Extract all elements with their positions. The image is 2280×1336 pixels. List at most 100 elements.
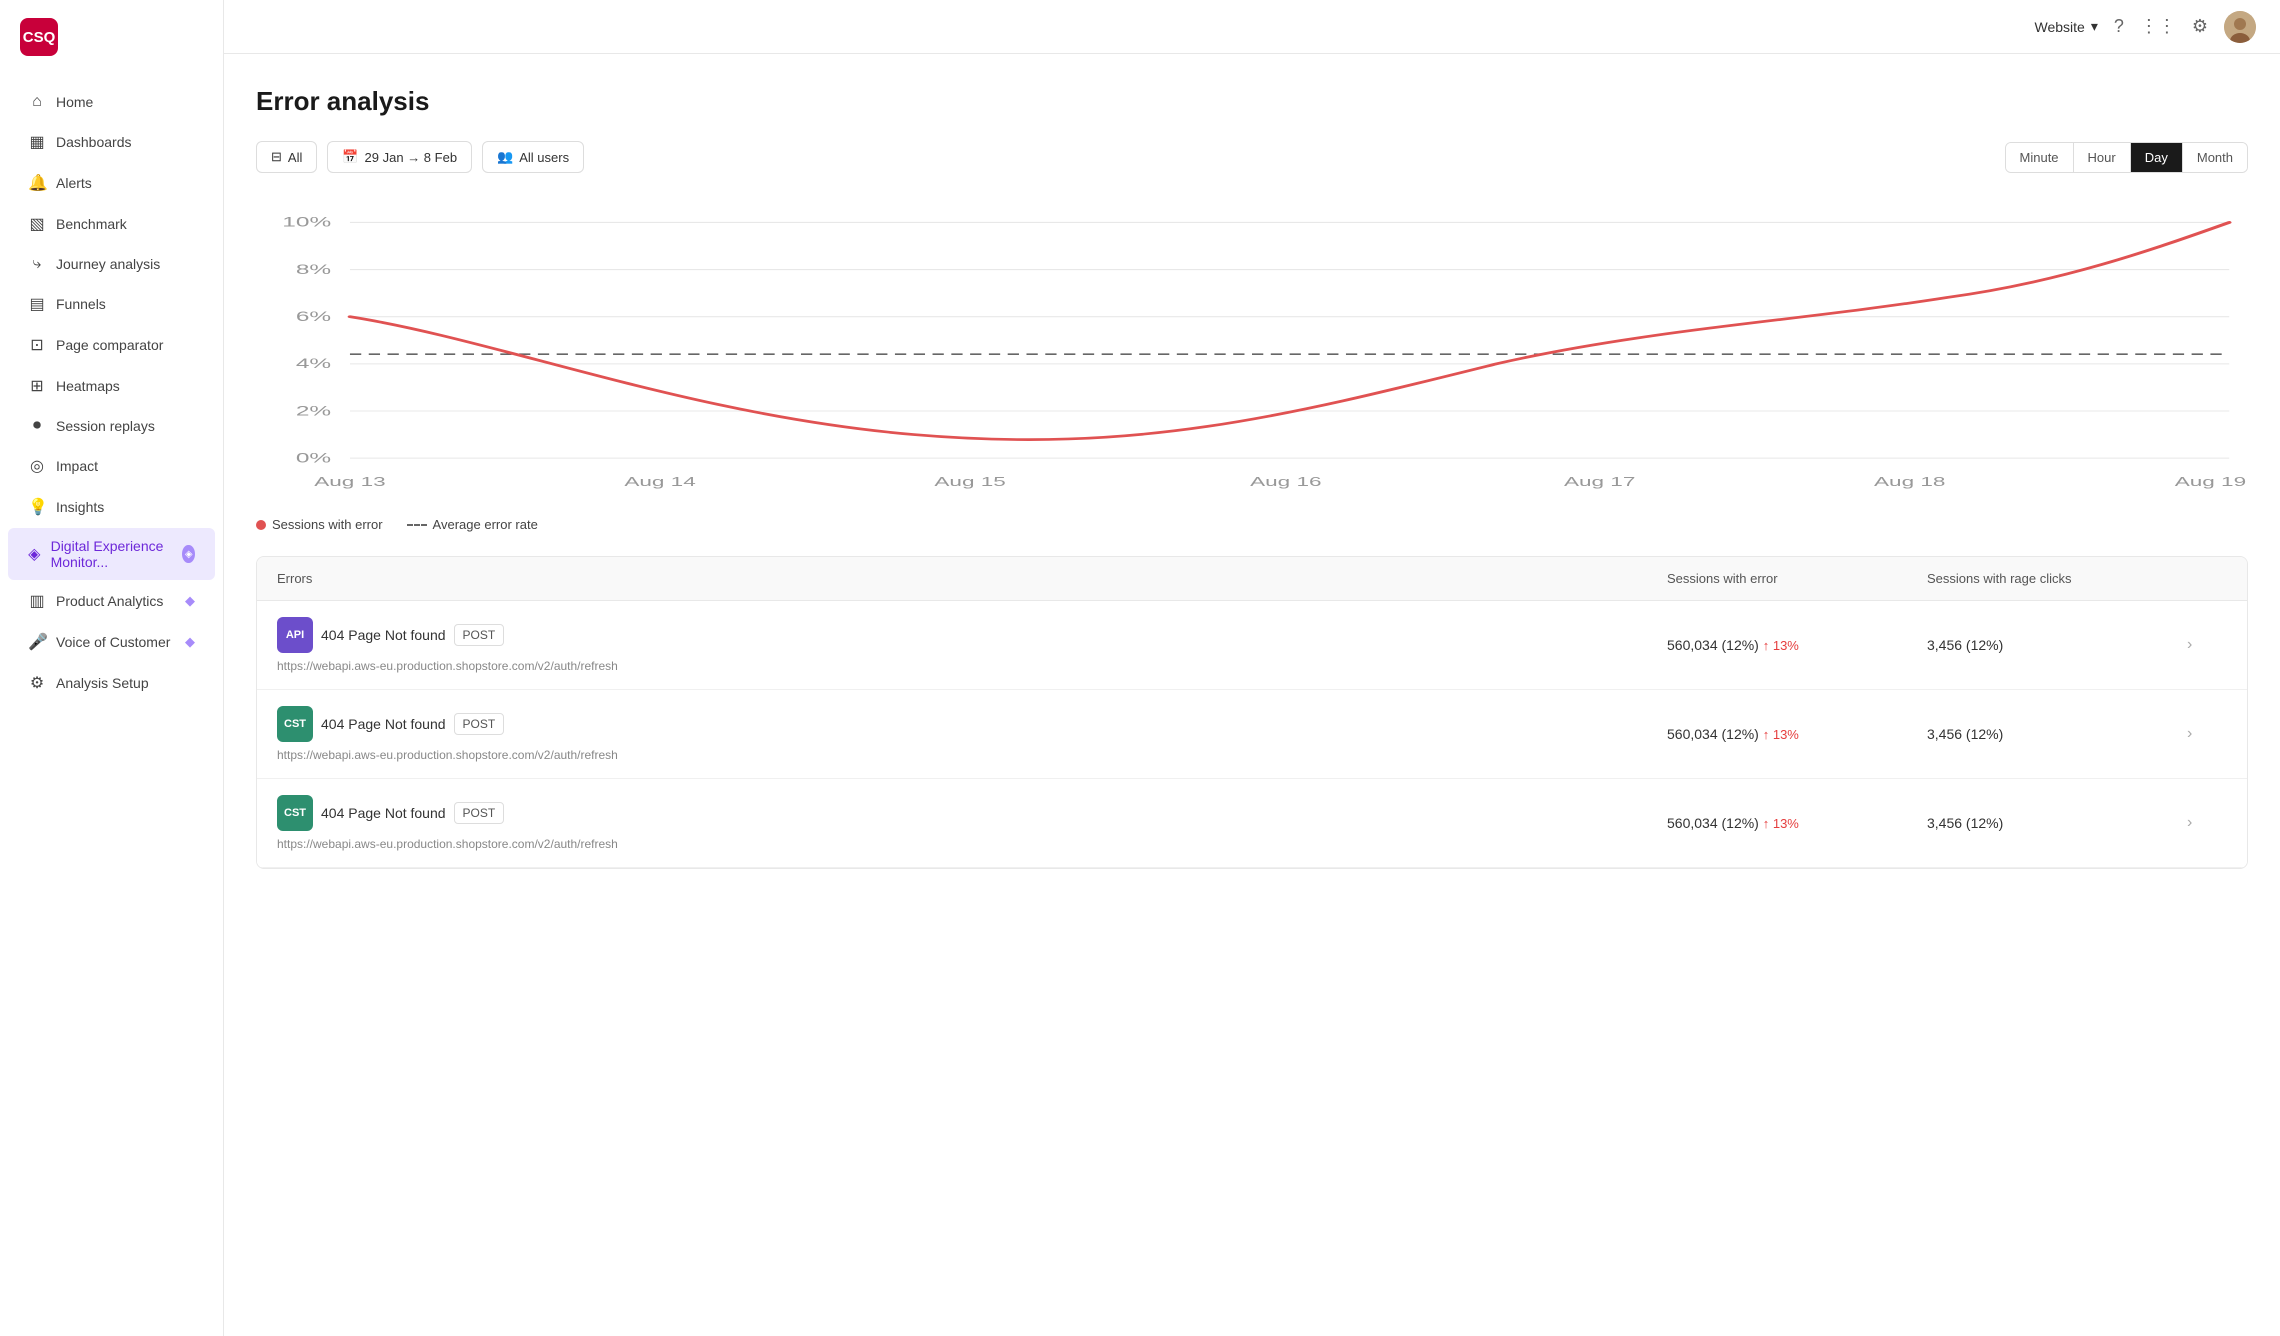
method-tag-2: POST xyxy=(454,802,505,824)
method-tag-0: POST xyxy=(454,624,505,646)
sidebar-item-dashboards[interactable]: ▦ Dashboards xyxy=(8,122,215,162)
website-selector[interactable]: Website ▾ xyxy=(2034,18,2097,35)
row-chevron-0: › xyxy=(2187,636,2227,654)
filter-left: ⊟ All 📅 29 Jan → 8 Feb 👥 All users xyxy=(256,141,584,173)
svg-text:Aug 14: Aug 14 xyxy=(624,474,695,489)
error-chart: 10% 8% 6% 4% 2% 0% Aug 13 Aug 14 Aug 15 … xyxy=(256,201,2248,501)
row-chevron-1: › xyxy=(2187,725,2227,743)
website-label: Website xyxy=(2034,19,2084,35)
sidebar-item-heatmaps[interactable]: ⊞ Heatmaps xyxy=(8,366,215,406)
error-cell-1: CST 404 Page Not found POST https://weba… xyxy=(277,706,1667,762)
svg-text:8%: 8% xyxy=(296,262,331,277)
all-filter-label: All xyxy=(288,150,302,165)
time-btn-day[interactable]: Day xyxy=(2131,143,2183,172)
nav-label-page-comparator: Page comparator xyxy=(56,337,163,353)
svg-text:Aug 19: Aug 19 xyxy=(2175,474,2246,489)
logo-area: CSQ xyxy=(0,0,223,74)
error-url-2: https://webapi.aws-eu.production.shopsto… xyxy=(277,837,1667,851)
nav-label-home: Home xyxy=(56,94,93,110)
all-filter-btn[interactable]: ⊟ All xyxy=(256,141,317,173)
chart-legend: Sessions with error Average error rate xyxy=(256,517,2248,532)
error-label-1: 404 Page Not found xyxy=(321,716,446,732)
table-row[interactable]: CST 404 Page Not found POST https://weba… xyxy=(257,690,2247,779)
trend-1: ↑ 13% xyxy=(1763,727,1799,742)
time-btn-minute[interactable]: Minute xyxy=(2006,143,2074,172)
sidebar-nav: ⌂ Home ▦ Dashboards 🔔 Alerts ▧ Benchmark… xyxy=(0,74,223,712)
table-row[interactable]: CST 404 Page Not found POST https://weba… xyxy=(257,779,2247,868)
sidebar-item-product-analytics[interactable]: ▥ Product Analytics ◆ xyxy=(8,581,215,621)
col-sessions: Sessions with error xyxy=(1667,571,1927,586)
sidebar-item-page-comparator[interactable]: ⊡ Page comparator xyxy=(8,325,215,365)
page-content: Error analysis ⊟ All 📅 29 Jan → 8 Feb 👥 … xyxy=(224,54,2280,901)
sidebar-item-digital-experience[interactable]: ◈ Digital Experience Monitor... ◈ xyxy=(8,528,215,580)
nav-icon-analysis-setup: ⚙ xyxy=(28,673,46,693)
sessions-cell-2: 560,034 (12%) ↑ 13% xyxy=(1667,815,1927,831)
sidebar-item-funnels[interactable]: ▤ Funnels xyxy=(8,284,215,324)
sidebar-item-analysis-setup[interactable]: ⚙ Analysis Setup xyxy=(8,663,215,703)
page-title: Error analysis xyxy=(256,86,2248,117)
grid-icon[interactable]: ⋮⋮ xyxy=(2140,16,2176,37)
nav-label-funnels: Funnels xyxy=(56,296,106,312)
svg-text:6%: 6% xyxy=(296,309,331,324)
api-badge-0: API xyxy=(277,617,313,653)
nav-icon-alerts: 🔔 xyxy=(28,173,46,193)
sidebar-item-home[interactable]: ⌂ Home xyxy=(8,83,215,121)
sessions-error-dot xyxy=(256,520,266,530)
website-chevron: ▾ xyxy=(2091,18,2098,35)
nav-label-analysis-setup: Analysis Setup xyxy=(56,675,149,691)
trend-0: ↑ 13% xyxy=(1763,638,1799,653)
error-tags-2: CST 404 Page Not found POST xyxy=(277,795,1667,831)
sidebar-item-voice-of-customer[interactable]: 🎤 Voice of Customer ◆ xyxy=(8,622,215,662)
date-filter-btn[interactable]: 📅 29 Jan → 8 Feb xyxy=(327,141,472,173)
avg-error-label: Average error rate xyxy=(433,517,538,532)
method-tag-1: POST xyxy=(454,713,505,735)
error-tags-0: API 404 Page Not found POST xyxy=(277,617,1667,653)
calendar-icon: 📅 xyxy=(342,149,358,165)
chart-svg: 10% 8% 6% 4% 2% 0% Aug 13 Aug 14 Aug 15 … xyxy=(256,201,2248,501)
svg-text:Aug 16: Aug 16 xyxy=(1250,474,1321,489)
rage-cell-2: 3,456 (12%) xyxy=(1927,815,2187,831)
nav-icon-digital-experience: ◈ xyxy=(28,544,41,564)
legend-avg-error: Average error rate xyxy=(407,517,538,532)
sidebar-item-impact[interactable]: ◎ Impact xyxy=(8,446,215,486)
rage-cell-0: 3,456 (12%) xyxy=(1927,637,2187,653)
table-header: Errors Sessions with error Sessions with… xyxy=(257,557,2247,601)
nav-label-dashboards: Dashboards xyxy=(56,134,132,150)
nav-icon-benchmark: ▧ xyxy=(28,214,46,234)
time-granularity-group: MinuteHourDayMonth xyxy=(2005,142,2248,173)
nav-icon-funnels: ▤ xyxy=(28,294,46,314)
avg-error-line xyxy=(407,524,427,526)
sidebar-item-insights[interactable]: 💡 Insights xyxy=(8,487,215,527)
time-btn-hour[interactable]: Hour xyxy=(2074,143,2131,172)
settings-icon[interactable]: ⚙ xyxy=(2192,16,2208,37)
table-row[interactable]: API 404 Page Not found POST https://weba… xyxy=(257,601,2247,690)
sidebar-item-journey[interactable]: ⤷ Journey analysis xyxy=(8,245,215,283)
nav-label-digital-experience: Digital Experience Monitor... xyxy=(51,538,173,570)
error-url-0: https://webapi.aws-eu.production.shopsto… xyxy=(277,659,1667,673)
help-icon[interactable]: ? xyxy=(2114,16,2124,37)
svg-text:Aug 18: Aug 18 xyxy=(1874,474,1945,489)
nav-icon-dashboards: ▦ xyxy=(28,132,46,152)
sidebar-item-session-replays[interactable]: ⏺ Session replays xyxy=(8,407,215,445)
error-url-1: https://webapi.aws-eu.production.shopsto… xyxy=(277,748,1667,762)
nav-icon-voice-of-customer: 🎤 xyxy=(28,632,46,652)
user-avatar[interactable] xyxy=(2224,11,2256,43)
sidebar-item-benchmark[interactable]: ▧ Benchmark xyxy=(8,204,215,244)
users-filter-btn[interactable]: 👥 All users xyxy=(482,141,584,173)
trend-2: ↑ 13% xyxy=(1763,816,1799,831)
error-label-2: 404 Page Not found xyxy=(321,805,446,821)
error-tags-1: CST 404 Page Not found POST xyxy=(277,706,1667,742)
table-body: API 404 Page Not found POST https://weba… xyxy=(257,601,2247,868)
nav-label-product-analytics: Product Analytics xyxy=(56,593,163,609)
nav-label-session-replays: Session replays xyxy=(56,418,155,434)
sessions-value-2: 560,034 (12%) xyxy=(1667,815,1759,831)
nav-icon-page-comparator: ⊡ xyxy=(28,335,46,355)
date-filter-label: 29 Jan → 8 Feb xyxy=(365,150,458,165)
app-logo: CSQ xyxy=(20,18,58,56)
sidebar-item-alerts[interactable]: 🔔 Alerts xyxy=(8,163,215,203)
time-btn-month[interactable]: Month xyxy=(2183,143,2247,172)
nav-icon-heatmaps: ⊞ xyxy=(28,376,46,396)
error-label-0: 404 Page Not found xyxy=(321,627,446,643)
sidebar: CSQ ⌂ Home ▦ Dashboards 🔔 Alerts ▧ Bench… xyxy=(0,0,224,1336)
nav-icon-session-replays: ⏺ xyxy=(28,417,46,435)
